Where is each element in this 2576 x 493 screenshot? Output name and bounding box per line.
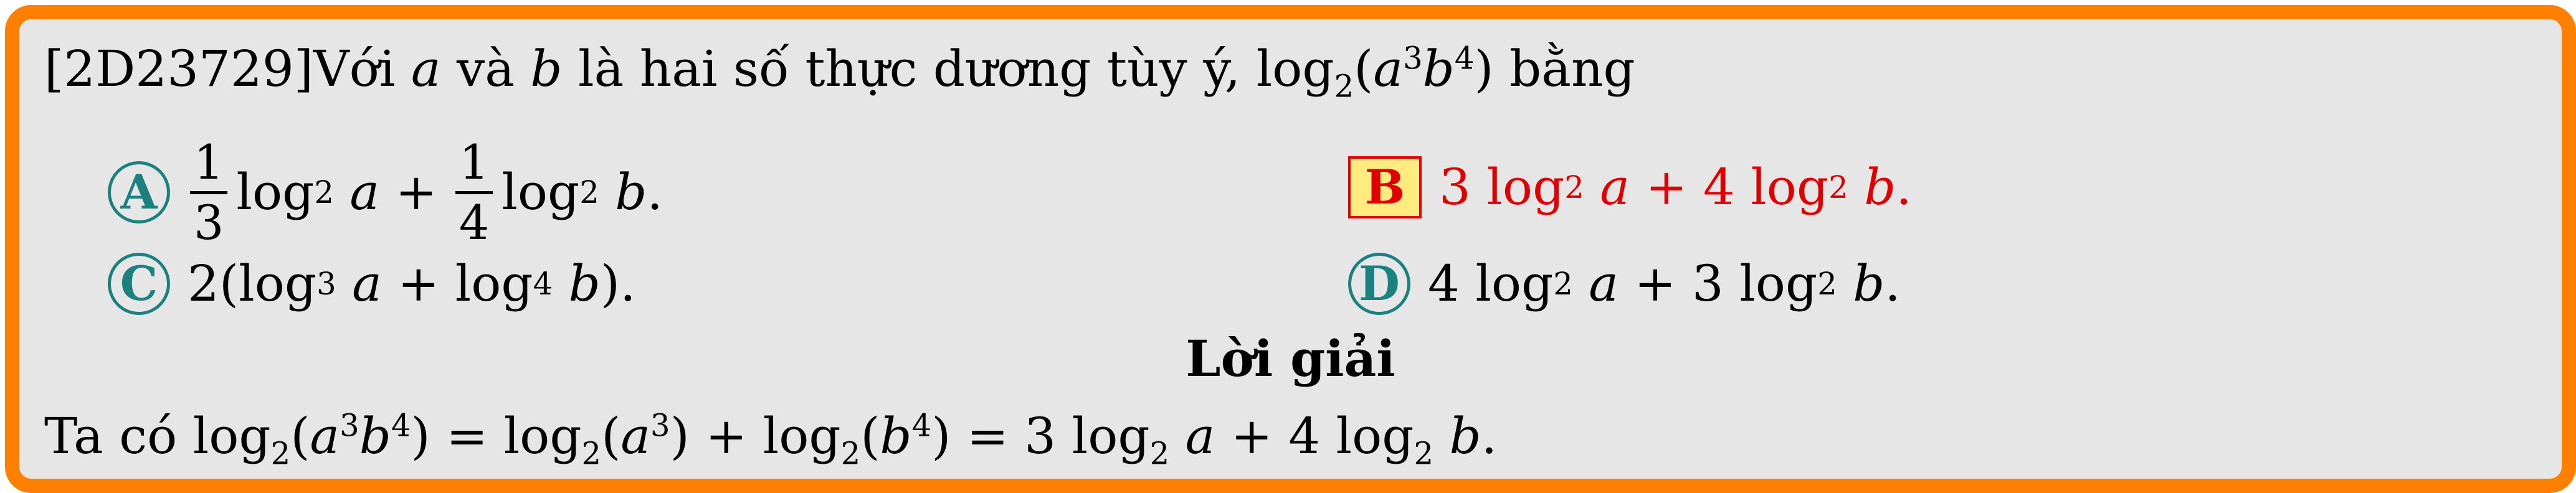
option-c-badge: C bbox=[108, 253, 170, 315]
question-stem: [2D23729]Với a và b là hai số thực dương… bbox=[44, 43, 1635, 101]
solution-body: Ta có log2(a3b4) = log2(a3) + log2(b4) =… bbox=[44, 410, 1497, 469]
option-b-badge: B bbox=[1348, 156, 1422, 218]
solution-lead: Ta có bbox=[44, 407, 193, 465]
question-card: [2D23729]Với a và b là hai số thực dương… bbox=[5, 5, 2576, 493]
question-code: [2D23729] bbox=[44, 40, 313, 98]
option-d[interactable]: D 4 log 2 a + 3 log 2 b. bbox=[1348, 253, 1901, 315]
option-d-expression: 4 log 2 a + 3 log 2 b. bbox=[1428, 255, 1901, 312]
solution-expression: log2(a3b4) = log2(a3) + log2(b4) = 3 log… bbox=[192, 407, 1498, 472]
option-b-expression: 3 log 2 a + 4 log 2 b. bbox=[1439, 158, 1912, 216]
option-a-badge: A bbox=[108, 161, 170, 224]
fraction-one-fourth: 14 bbox=[455, 138, 493, 248]
option-d-badge: D bbox=[1348, 253, 1410, 315]
option-b[interactable]: B 3 log 2 a + 4 log 2 b. bbox=[1348, 156, 1912, 218]
option-c-expression: 2(log 3 a + log 4 b). bbox=[188, 255, 636, 312]
stem-text-2: và bbox=[440, 40, 531, 98]
stem-text-3: là hai số thực dương tùy ý, bbox=[562, 40, 1257, 98]
question-content: [2D23729]Với a và b là hai số thực dương… bbox=[19, 19, 2562, 479]
fraction-one-third: 13 bbox=[190, 138, 228, 248]
option-a-expression: 1 3 log 2 a + 1 4 log 2 b. bbox=[188, 138, 663, 248]
stem-text-4: bằng bbox=[1493, 40, 1635, 98]
stem-text-1: Với bbox=[313, 40, 411, 98]
solution-title: Lời giải bbox=[1186, 329, 1395, 388]
stem-var-b: b bbox=[530, 40, 563, 98]
option-c[interactable]: C 2(log 3 a + log 4 b). bbox=[108, 253, 636, 315]
stem-expression: log2(a3b4) bbox=[1256, 40, 1494, 105]
stem-var-a: a bbox=[411, 40, 441, 98]
option-a[interactable]: A 1 3 log 2 a + 1 4 log 2 b. bbox=[108, 138, 663, 248]
